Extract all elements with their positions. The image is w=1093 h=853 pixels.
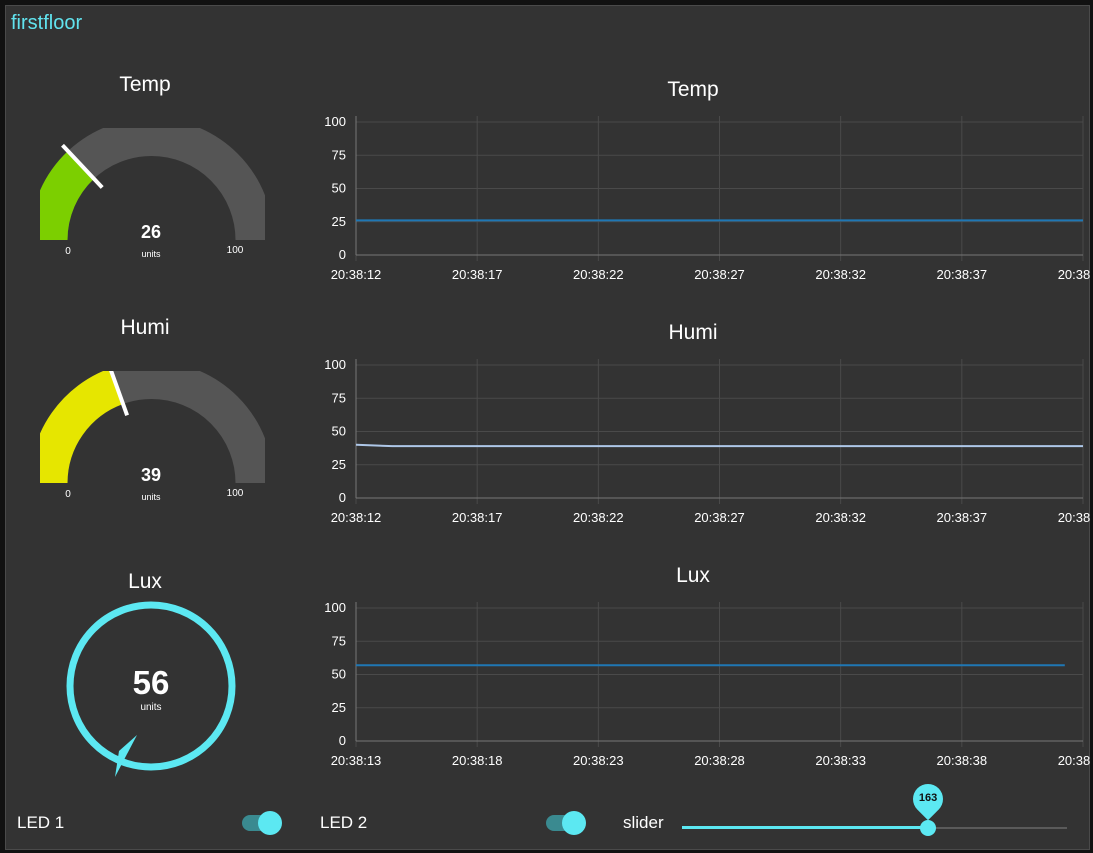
y-tick-label: 100 bbox=[324, 600, 346, 615]
y-tick-label: 50 bbox=[332, 181, 346, 196]
x-tick-label: 20:38:38 bbox=[937, 753, 988, 768]
y-tick-label: 25 bbox=[332, 700, 346, 715]
humi-gauge: 39 units 0 100 bbox=[40, 371, 265, 502]
temp-chart: 100 75 50 25 0 20:38:12 20:38:17 20:38:22 20:38:… bbox=[324, 114, 1090, 282]
led2-toggle[interactable] bbox=[546, 810, 586, 836]
y-tick-label: 25 bbox=[332, 457, 346, 472]
y-tick-label: 0 bbox=[339, 490, 346, 505]
temp-gauge: 26 units 0 100 bbox=[40, 128, 265, 259]
humi-gauge-min-label: 0 bbox=[65, 489, 71, 500]
y-tick-label: 0 bbox=[339, 247, 346, 262]
x-tick-label: 20:38:33 bbox=[815, 753, 866, 768]
x-tick-label: 20:38:12 bbox=[331, 267, 382, 282]
x-tick-label: 20:38:28 bbox=[694, 753, 745, 768]
x-tick-label: 20:38:42 bbox=[1058, 267, 1090, 282]
x-tick-label: 20:38:12 bbox=[331, 510, 382, 525]
temp-gauge-title: Temp bbox=[119, 73, 171, 96]
lux-gauge: 56 units bbox=[66, 601, 236, 777]
y-tick-label: 25 bbox=[332, 214, 346, 229]
temp-gauge-max-label: 100 bbox=[227, 245, 244, 256]
slider-label: slider bbox=[623, 813, 664, 832]
y-tick-label: 75 bbox=[332, 390, 346, 405]
y-tick-label: 0 bbox=[339, 733, 346, 748]
y-tick-label: 50 bbox=[332, 667, 346, 682]
x-tick-label: 20:38:32 bbox=[815, 267, 866, 282]
x-tick-label: 20:38:27 bbox=[694, 510, 745, 525]
humi-gauge-max-label: 100 bbox=[227, 488, 244, 499]
x-tick-label: 20:38:32 bbox=[815, 510, 866, 525]
lux-chart: 100 75 50 25 0 20:38:13 20:38:18 20:38:23 20:38:… bbox=[324, 600, 1090, 768]
x-tick-label: 20:38:22 bbox=[573, 267, 624, 282]
humi-chart-title: Humi bbox=[668, 321, 718, 344]
humi-gauge-title: Humi bbox=[120, 316, 170, 339]
led1-toggle-knob bbox=[258, 811, 282, 835]
humi-chart: 100 75 50 25 0 20:38:12 20:38:17 20:38:22 20:38:… bbox=[324, 357, 1090, 525]
temp-gauge-value: 26 bbox=[141, 222, 161, 242]
lux-gauge-units: units bbox=[140, 702, 161, 713]
lux-gauge-pointer bbox=[115, 735, 137, 777]
slider-thumb[interactable] bbox=[920, 820, 937, 836]
led1-label: LED 1 bbox=[17, 813, 65, 832]
x-tick-label: 20:38:37 bbox=[937, 267, 988, 282]
y-tick-label: 75 bbox=[332, 633, 346, 648]
led2-label: LED 2 bbox=[320, 813, 368, 832]
y-tick-label: 100 bbox=[324, 357, 346, 372]
temp-gauge-min-label: 0 bbox=[65, 246, 71, 257]
humi-gauge-units: units bbox=[141, 492, 161, 502]
x-tick-label: 20:38:17 bbox=[452, 510, 503, 525]
x-tick-label: 20:38:27 bbox=[694, 267, 745, 282]
group-title: firstfloor bbox=[11, 12, 83, 34]
lux-gauge-title: Lux bbox=[128, 570, 162, 593]
humi-gauge-value-arc bbox=[40, 371, 124, 484]
temp-gauge-value-arc bbox=[40, 151, 95, 241]
led2-toggle-knob bbox=[562, 811, 586, 835]
x-tick-label: 20:38:18 bbox=[452, 753, 503, 768]
x-tick-label: 20:38:37 bbox=[937, 510, 988, 525]
x-tick-label: 20:38:17 bbox=[452, 267, 503, 282]
x-tick-label: 20:38:43 bbox=[1058, 753, 1090, 768]
slider[interactable]: 163 bbox=[682, 777, 1067, 850]
x-tick-label: 20:38:42 bbox=[1058, 510, 1090, 525]
lux-gauge-value: 56 bbox=[133, 664, 170, 701]
humi-gauge-value: 39 bbox=[141, 465, 161, 485]
y-tick-label: 50 bbox=[332, 424, 346, 439]
x-tick-label: 20:38:13 bbox=[331, 753, 382, 768]
y-tick-label: 75 bbox=[332, 147, 346, 162]
y-tick-label: 100 bbox=[324, 114, 346, 129]
slider-value: 163 bbox=[918, 792, 938, 804]
temp-gauge-units: units bbox=[141, 249, 161, 259]
x-tick-label: 20:38:22 bbox=[573, 510, 624, 525]
led1-toggle[interactable] bbox=[242, 810, 282, 836]
temp-chart-title: Temp bbox=[667, 78, 719, 101]
lux-chart-title: Lux bbox=[676, 564, 710, 587]
x-tick-label: 20:38:23 bbox=[573, 753, 624, 768]
slider-fill bbox=[682, 826, 929, 829]
